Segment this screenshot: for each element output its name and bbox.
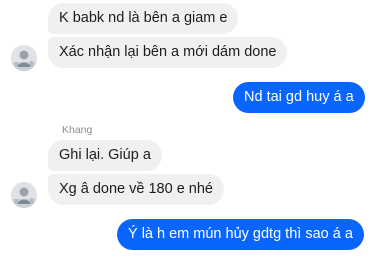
message-bubble-incoming[interactable]: Xác nhận lại bên a mới dám done bbox=[48, 37, 288, 68]
message-bubble-incoming[interactable]: K babk nd là bên a giam e bbox=[48, 3, 239, 34]
message-bubble-outgoing[interactable]: Nd tai gd huy á a bbox=[233, 82, 365, 113]
sender-name: Khang bbox=[62, 124, 93, 136]
message-bubble-incoming[interactable]: Ghi lại. Giúp a bbox=[48, 140, 162, 171]
contact-avatar-icon[interactable] bbox=[11, 45, 37, 71]
message-thread: K babk nd là bên a giam e Xác nhận lại b… bbox=[0, 0, 374, 257]
message-bubble-outgoing[interactable]: Ý là h em mún hủy gdtg thì sao á a bbox=[117, 219, 364, 250]
message-bubble-incoming[interactable]: Xg â done về 180 e nhé bbox=[48, 174, 224, 205]
contact-avatar-icon[interactable] bbox=[11, 182, 37, 208]
